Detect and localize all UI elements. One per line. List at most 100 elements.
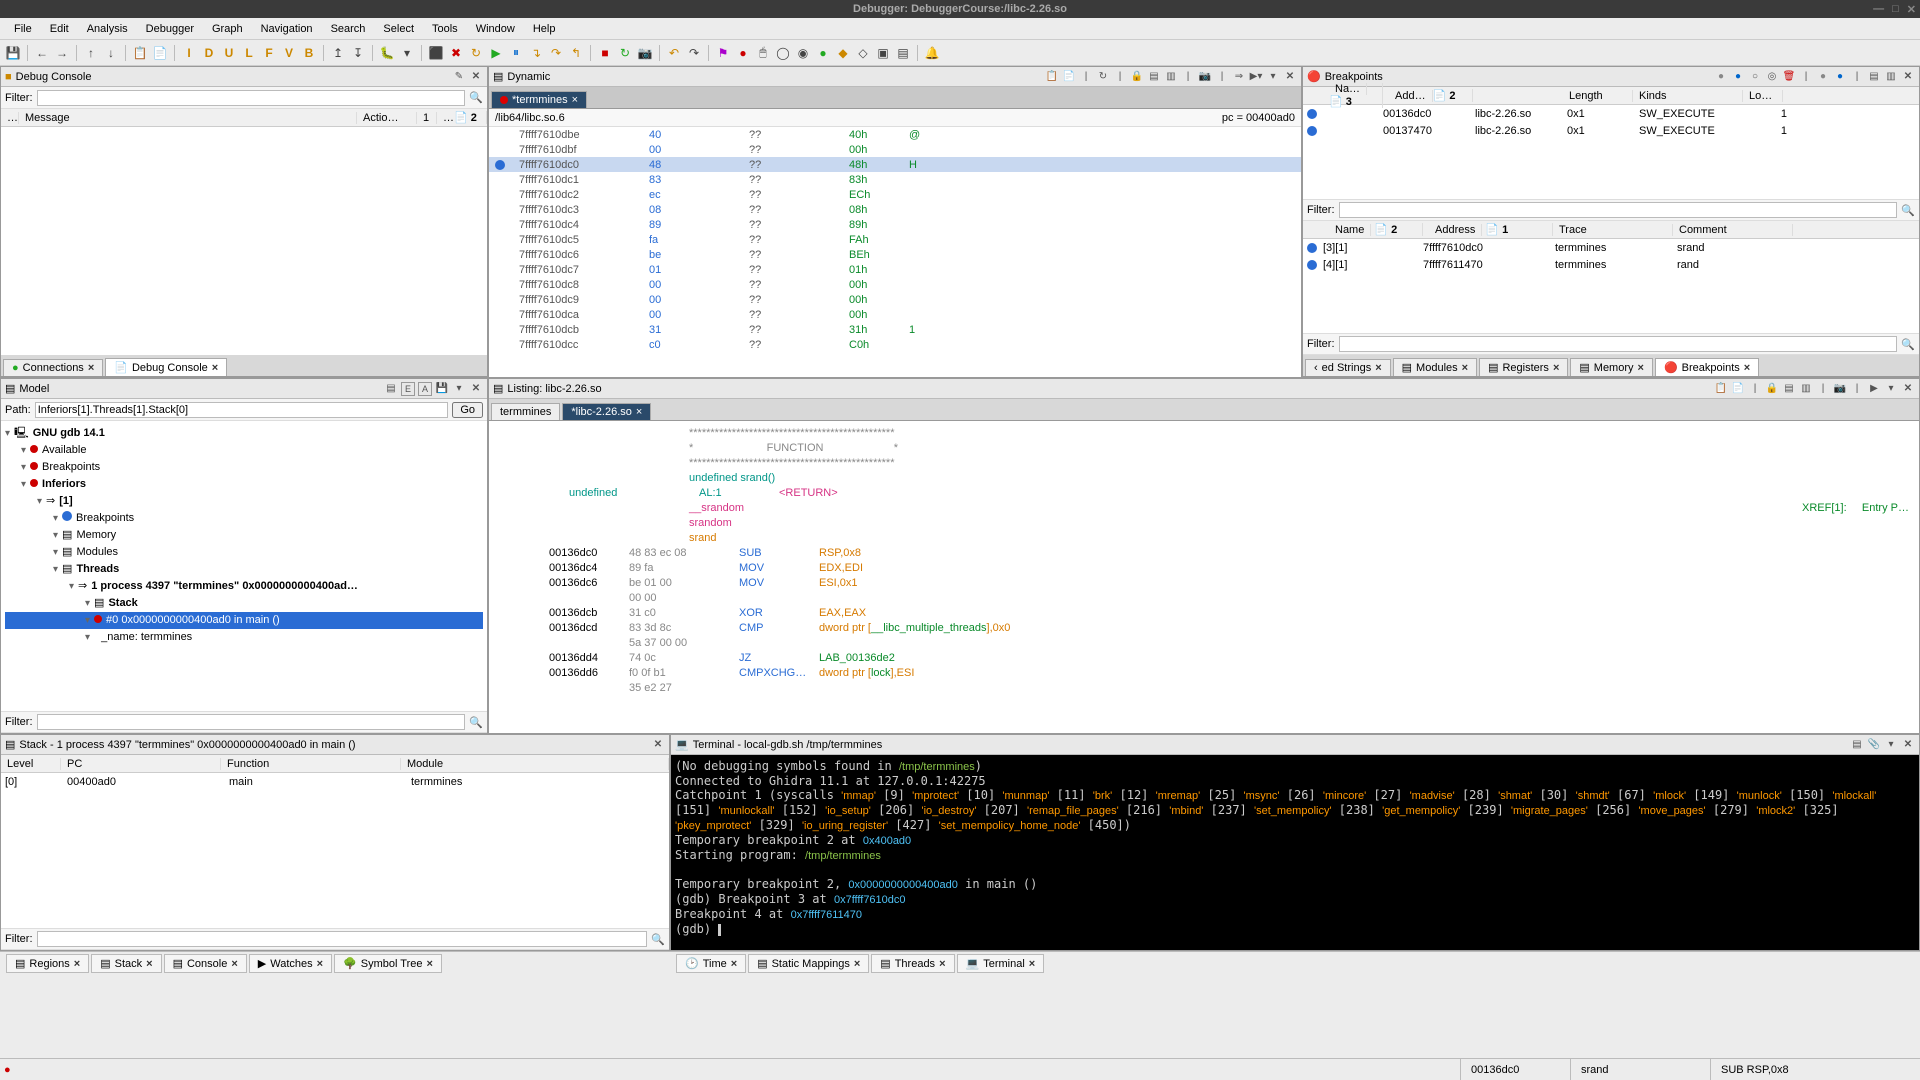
step-into-icon[interactable]: ↴ [527, 44, 545, 62]
close-icon[interactable]: × [572, 94, 578, 106]
notify-icon[interactable]: 🔔 [923, 44, 941, 62]
model-tree[interactable]: ▾🖳GNU gdb 14.1▾Available▾Breakpoints▾Inf… [1, 421, 487, 711]
h1-icon[interactable]: ▤ [1782, 382, 1796, 396]
bp-g1-icon[interactable]: ● [1816, 70, 1830, 84]
dynamic-row[interactable]: 7ffff7610dc308??08h [489, 202, 1301, 217]
refresh-icon[interactable]: ↻ [616, 44, 634, 62]
nav-L-icon[interactable]: L [240, 44, 258, 62]
close-icon[interactable]: × [88, 362, 94, 374]
camera-icon[interactable]: 📷 [1833, 382, 1847, 396]
bp-filter-1-input[interactable] [1339, 202, 1898, 218]
restart-icon[interactable]: ↻ [467, 44, 485, 62]
close-panel-icon[interactable]: ✕ [1901, 382, 1915, 396]
play-icon[interactable]: ▶▾ [1249, 70, 1263, 84]
tab-termmines-dynamic[interactable]: *termmines× [491, 91, 587, 108]
bp-en2-icon[interactable]: ● [1731, 70, 1745, 84]
listing-body[interactable]: ****************************************… [489, 421, 1919, 733]
tab-memory[interactable]: ▤ Memory × [1570, 358, 1653, 376]
m3-icon[interactable]: A [418, 382, 432, 396]
save-icon[interactable]: 💾 [4, 44, 22, 62]
model-node[interactable]: ▾ _name: termmines [5, 629, 483, 646]
btab-watches[interactable]: ▶ Watches × [249, 954, 332, 973]
tab-listing-libc[interactable]: *libc-2.26.so× [562, 403, 651, 420]
model-node[interactable]: ▾▤Threads [5, 561, 483, 578]
dynamic-row[interactable]: 7ffff7610dcb31??31h1 [489, 322, 1301, 337]
btab-threads[interactable]: ▤ Threads × [871, 954, 954, 973]
undo-icon[interactable]: ↶ [665, 44, 683, 62]
breakpoint-row[interactable]: 00136dc0libc-2.26.so0x1SW_EXECUTE1 [1303, 105, 1919, 122]
filter-clear-icon[interactable]: 🔍 [1901, 338, 1915, 351]
up-icon[interactable]: ↑ [82, 44, 100, 62]
model-node[interactable]: ▾Available [5, 442, 483, 459]
tab-strings[interactable]: ‹ ed Strings × [1305, 359, 1391, 376]
bp-del-icon[interactable]: 🗑 [1782, 70, 1796, 84]
tab-debug-console[interactable]: 📄Debug Console× [105, 358, 227, 376]
col-message[interactable]: Message [19, 112, 357, 124]
close-panel-icon[interactable]: ✕ [651, 738, 665, 752]
filter-clear-icon[interactable]: 🔍 [469, 716, 483, 729]
down-icon[interactable]: ↓ [102, 44, 120, 62]
breakpoint-row[interactable]: 00137470libc-2.26.so0x1SW_EXECUTE1 [1303, 122, 1919, 139]
btab-console[interactable]: ▤ Console × [164, 954, 247, 973]
model-path-input[interactable] [35, 402, 449, 418]
bp-enabled-icon[interactable] [1307, 243, 1317, 253]
copy-icon[interactable]: 📋 [1714, 382, 1728, 396]
bp-s2-icon[interactable]: ▥ [1884, 70, 1898, 84]
menu-select[interactable]: Select [375, 21, 422, 37]
stop-icon[interactable]: ⬛ [427, 44, 445, 62]
t2-icon[interactable]: 📎 [1867, 738, 1881, 752]
nav-U-icon[interactable]: U [220, 44, 238, 62]
tab-breakpoints[interactable]: 🔴 Breakpoints × [1655, 358, 1759, 376]
col-actions[interactable]: Actio… [357, 112, 417, 124]
listing-row[interactable]: 00 00 [489, 590, 1919, 605]
bp-en3-icon[interactable]: ○ [1748, 70, 1762, 84]
close-panel-icon[interactable]: ✕ [469, 70, 483, 84]
menu-file[interactable]: File [6, 21, 40, 37]
bp-en4-icon[interactable]: ◎ [1765, 70, 1779, 84]
h1-icon[interactable]: ▤ [1147, 70, 1161, 84]
bp9-icon[interactable]: ▤ [894, 44, 912, 62]
stack-row[interactable]: [0] 00400ad0 main termmines [1, 773, 669, 790]
debug-console-filter-input[interactable] [37, 90, 466, 106]
listing-row[interactable]: 00136dcd83 3d 8cCMPdword ptr [__libc_mul… [489, 620, 1919, 635]
copy-icon[interactable]: 📋 [131, 44, 149, 62]
tab-connections[interactable]: ●Connections× [3, 359, 103, 376]
dynamic-row[interactable]: 7ffff7610dc900??00h [489, 292, 1301, 307]
kill2-icon[interactable]: ■ [596, 44, 614, 62]
m1-icon[interactable]: ▤ [384, 382, 398, 396]
close-panel-icon[interactable]: ✕ [1283, 70, 1297, 84]
menu-tools[interactable]: Tools [424, 21, 466, 37]
pencil-icon[interactable]: ✎ [452, 70, 466, 84]
dynamic-row[interactable]: 7ffff7610dc800??00h [489, 277, 1301, 292]
dynamic-row[interactable]: 7ffff7610dc701??01h [489, 262, 1301, 277]
dynamic-row[interactable]: 7ffff7610dc2ec??ECh [489, 187, 1301, 202]
fwd-icon[interactable]: → [53, 44, 71, 62]
back-icon[interactable]: ← [33, 44, 51, 62]
menu-edit[interactable]: Edit [42, 21, 77, 37]
bp-filter-2-input[interactable] [1339, 336, 1898, 352]
btab-terminal[interactable]: 💻 Terminal × [957, 954, 1045, 973]
model-go-button[interactable]: Go [452, 402, 483, 418]
bp6-icon[interactable]: ◆ [834, 44, 852, 62]
nav-dn2-icon[interactable]: ↧ [349, 44, 367, 62]
m4-icon[interactable]: 💾 [435, 382, 449, 396]
tab-listing-termmines[interactable]: termmines [491, 403, 560, 420]
nav-D-icon[interactable]: D [200, 44, 218, 62]
dynamic-row[interactable]: 7ffff7610dccc0??C0h [489, 337, 1301, 352]
step-out-icon[interactable]: ↰ [567, 44, 585, 62]
tab-modules[interactable]: ▤ Modules × [1393, 358, 1477, 376]
dynamic-row[interactable]: 7ffff7610dbe40??40h@ [489, 127, 1301, 142]
step-icon[interactable]: ⇒ [1232, 70, 1246, 84]
menu-graph[interactable]: Graph [204, 21, 251, 37]
close-panel-icon[interactable]: ✕ [1901, 70, 1915, 84]
minimize-icon[interactable]: — [1873, 3, 1884, 16]
breakpoint-loc-row[interactable]: [4][1]7ffff7611470termminesrand [1303, 256, 1919, 273]
model-node[interactable]: ▾▤Stack [5, 595, 483, 612]
nav-F-icon[interactable]: F [260, 44, 278, 62]
nav-I-icon[interactable]: I [180, 44, 198, 62]
m2-icon[interactable]: E [401, 382, 415, 396]
btab-stack[interactable]: ▤ Stack × [91, 954, 161, 973]
bp4-icon[interactable]: ◉ [794, 44, 812, 62]
filter-clear-icon[interactable]: 🔍 [469, 91, 483, 104]
bp5-icon[interactable]: ● [814, 44, 832, 62]
